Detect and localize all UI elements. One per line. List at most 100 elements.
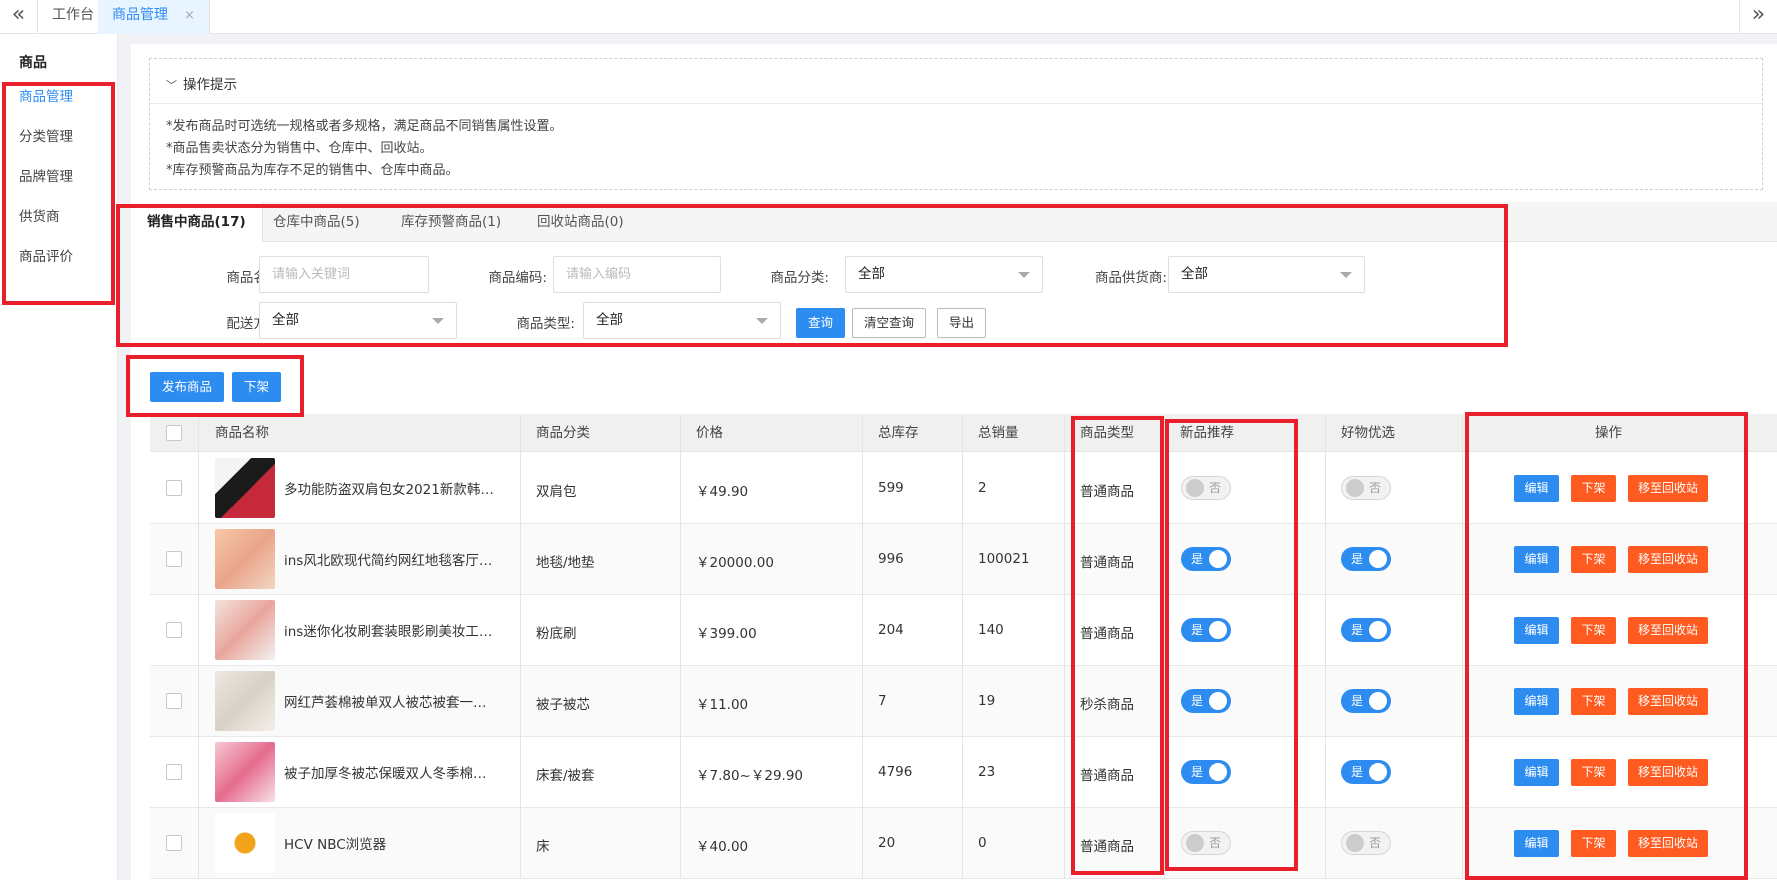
product-category: 地毯/地垫 — [536, 555, 595, 571]
product-name[interactable]: HCV NBC浏览器 — [284, 833, 496, 853]
featured-switch[interactable]: 是 — [1341, 547, 1391, 571]
new-recommend-switch[interactable]: 否 — [1181, 476, 1231, 500]
switch-text: 是 — [1191, 694, 1204, 708]
new-recommend-switch[interactable]: 是 — [1181, 618, 1231, 642]
row-checkbox[interactable] — [166, 480, 182, 496]
edit-button[interactable]: 编辑 — [1514, 830, 1559, 857]
product-name[interactable]: 网红芦荟棉被单双人被芯被套一体春秋 — [284, 691, 496, 711]
product-name[interactable]: ins风北欧现代简约网红地毯客厅卧室 — [284, 549, 496, 569]
new-recommend-switch[interactable]: 是 — [1181, 547, 1231, 571]
edit-button[interactable]: 编辑 — [1514, 475, 1559, 502]
switch-knob — [1369, 692, 1387, 710]
product-type: 普通商品 — [1080, 555, 1134, 571]
product-category: 粉底刷 — [536, 626, 577, 642]
clear-query-button[interactable]: 清空查询 — [852, 308, 927, 338]
select-value: 全部 — [1181, 266, 1208, 282]
category-select[interactable]: 全部 — [845, 256, 1043, 293]
row-checkbox[interactable] — [166, 551, 182, 567]
tab-product-management[interactable]: 商品管理 × — [98, 0, 210, 34]
move-to-recycle-button[interactable]: 移至回收站 — [1628, 759, 1708, 786]
featured-switch[interactable]: 是 — [1341, 760, 1391, 784]
new-recommend-switch[interactable]: 是 — [1181, 689, 1231, 713]
row-offshelf-button[interactable]: 下架 — [1571, 759, 1616, 786]
switch-knob — [1209, 621, 1227, 639]
tab-in-warehouse[interactable]: 仓库中商品(5) — [257, 202, 376, 242]
product-code-input[interactable]: 请输入编码 — [553, 256, 721, 293]
featured-switch[interactable]: 否 — [1341, 831, 1391, 855]
featured-switch[interactable]: 否 — [1341, 476, 1391, 500]
top-tab-bar: « 工作台 商品管理 × » — [0, 0, 1777, 34]
table-row: ins风北欧现代简约网红地毯客厅卧室 地毯/地垫 ￥20000.00 996 10002… — [150, 524, 1777, 595]
row-offshelf-button[interactable]: 下架 — [1571, 617, 1616, 644]
product-name[interactable]: ins迷你化妆刷套装眼影刷美妆工具全套 — [284, 620, 496, 640]
col-name: 商品名称 — [215, 425, 269, 441]
tip-line: *商品售卖状态分为销售中、仓库中、回收站。 — [166, 141, 433, 156]
row-offshelf-button[interactable]: 下架 — [1571, 830, 1616, 857]
product-category: 床套/被套 — [536, 768, 595, 784]
featured-switch[interactable]: 是 — [1341, 618, 1391, 642]
row-offshelf-button[interactable]: 下架 — [1571, 475, 1616, 502]
move-to-recycle-button[interactable]: 移至回收站 — [1628, 546, 1708, 573]
tab-recycle-bin[interactable]: 回收站商品(0) — [521, 202, 640, 242]
product-thumbnail — [215, 742, 275, 802]
tab-stock-warning[interactable]: 库存预警商品(1) — [385, 202, 517, 242]
row-offshelf-button[interactable]: 下架 — [1571, 546, 1616, 573]
offshelf-button[interactable]: 下架 — [232, 372, 282, 402]
caret-down-icon — [756, 318, 768, 324]
new-recommend-switch[interactable]: 是 — [1181, 760, 1231, 784]
sidebar-item-supplier[interactable]: 供货商 — [19, 205, 60, 225]
type-select[interactable]: 全部 — [583, 302, 781, 339]
sidebar-item-product-management[interactable]: 商品管理 — [19, 85, 73, 105]
sidebar-item-product-review[interactable]: 商品评价 — [19, 245, 73, 265]
move-to-recycle-button[interactable]: 移至回收站 — [1628, 475, 1708, 502]
edit-button[interactable]: 编辑 — [1514, 759, 1559, 786]
product-name[interactable]: 被子加厚冬被芯保暖双人冬季棉被太空 — [284, 762, 496, 782]
product-category: 床 — [536, 839, 550, 855]
row-checkbox[interactable] — [166, 764, 182, 780]
query-button[interactable]: 查询 — [796, 308, 846, 338]
col-stock: 总库存 — [878, 425, 919, 441]
product-name[interactable]: 多功能防盗双肩包女2021新款韩版时尚 — [284, 478, 496, 498]
edit-button[interactable]: 编辑 — [1514, 617, 1559, 644]
row-checkbox[interactable] — [166, 693, 182, 709]
select-value: 全部 — [596, 312, 623, 328]
select-all-checkbox[interactable] — [166, 425, 182, 441]
new-recommend-switch[interactable]: 否 — [1181, 831, 1231, 855]
col-price: 价格 — [696, 425, 723, 441]
export-button[interactable]: 导出 — [937, 308, 987, 338]
double-chevron-right-icon[interactable]: » — [1739, 0, 1777, 34]
column-divider — [1064, 414, 1065, 879]
sidebar-item-brand-management[interactable]: 品牌管理 — [19, 165, 73, 185]
move-to-recycle-button[interactable]: 移至回收站 — [1628, 830, 1708, 857]
column-divider — [680, 414, 681, 879]
move-to-recycle-button[interactable]: 移至回收站 — [1628, 617, 1708, 644]
col-category: 商品分类 — [536, 425, 590, 441]
product-type: 秒杀商品 — [1080, 697, 1134, 713]
row-offshelf-button[interactable]: 下架 — [1571, 688, 1616, 715]
row-checkbox[interactable] — [166, 835, 182, 851]
close-icon[interactable]: × — [184, 8, 195, 23]
edit-button[interactable]: 编辑 — [1514, 688, 1559, 715]
column-divider — [862, 414, 863, 879]
supplier-select[interactable]: 全部 — [1168, 256, 1365, 293]
column-divider — [962, 414, 963, 879]
featured-switch[interactable]: 是 — [1341, 689, 1391, 713]
sidebar-item-category-management[interactable]: 分类管理 — [19, 125, 73, 145]
publish-product-button[interactable]: 发布商品 — [150, 372, 225, 402]
delivery-select[interactable]: 全部 — [259, 302, 457, 339]
product-type: 普通商品 — [1080, 484, 1134, 500]
tips-toggle[interactable]: ﹀ 操作提示 — [166, 73, 237, 93]
col-type: 商品类型 — [1080, 425, 1134, 441]
product-thumbnail — [215, 600, 275, 660]
tab-on-sale[interactable]: 销售中商品(17) — [131, 202, 263, 242]
edit-button[interactable]: 编辑 — [1514, 546, 1559, 573]
move-to-recycle-button[interactable]: 移至回收站 — [1628, 688, 1708, 715]
product-sales: 19 — [978, 693, 996, 709]
product-sales: 23 — [978, 764, 996, 780]
double-chevron-left-icon[interactable]: « — [0, 0, 38, 34]
product-name-input[interactable]: 请输入关键词 — [259, 256, 429, 293]
row-checkbox[interactable] — [166, 622, 182, 638]
chevron-down-icon: ﹀ — [166, 79, 177, 92]
switch-knob — [1186, 834, 1204, 852]
switch-knob — [1209, 763, 1227, 781]
